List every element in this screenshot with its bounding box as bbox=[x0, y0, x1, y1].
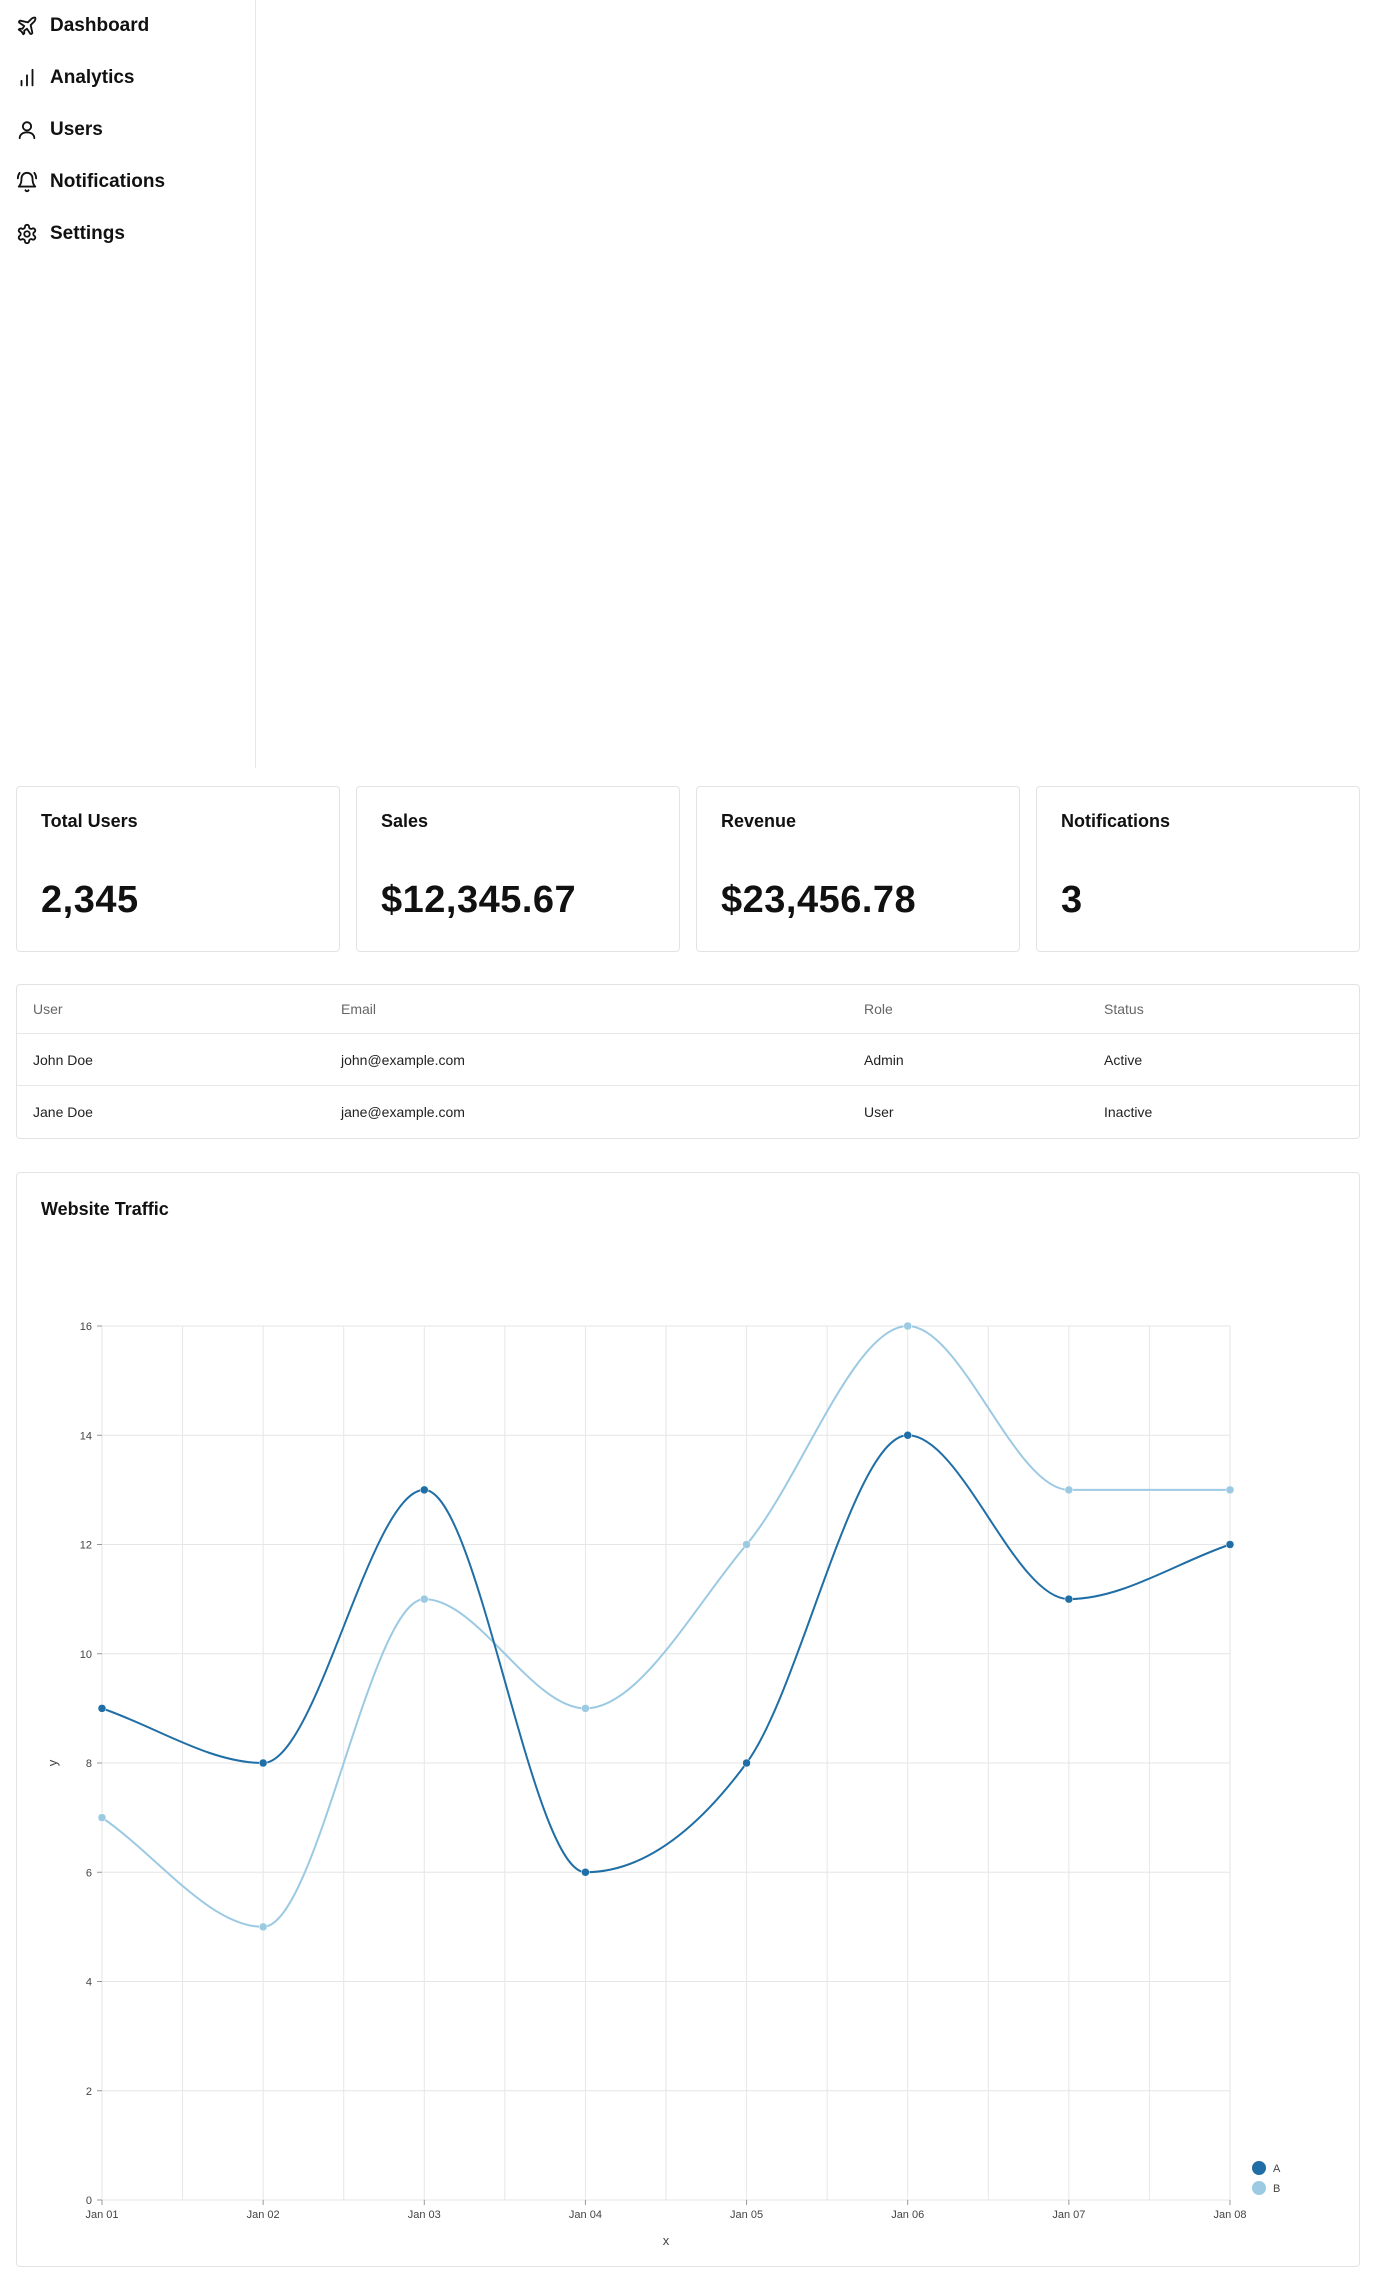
users-table: User Email Role Status John Doe john@exa… bbox=[16, 984, 1360, 1139]
chart-title: Website Traffic bbox=[41, 1199, 169, 1219]
column-header-user[interactable]: User bbox=[17, 1001, 325, 1017]
y-tick-label: 4 bbox=[86, 1977, 92, 1989]
y-tick-label: 0 bbox=[86, 2195, 92, 2207]
x-tick-label: Jan 05 bbox=[730, 2209, 763, 2221]
website-traffic-chart-card: 0 2 4 6 8 10 12 14 16 Jan 01 Jan 02 Jan 03 Jan 04 Jan… bbox=[16, 1172, 1360, 2267]
sidebar-item-label: Users bbox=[50, 119, 103, 140]
legend-label-b: B bbox=[1273, 2183, 1280, 2195]
data-point-a bbox=[1225, 1540, 1235, 1549]
user-icon bbox=[18, 121, 36, 140]
stat-card-total-users: Total Users 2,345 bbox=[16, 786, 340, 952]
stat-card-title: Notifications bbox=[1061, 811, 1171, 831]
x-tick-label: Jan 03 bbox=[408, 2209, 441, 2221]
data-point-b bbox=[1064, 1485, 1074, 1495]
stat-card-value: 2,345 bbox=[41, 879, 139, 921]
sidebar-item-analytics[interactable]: Analytics bbox=[0, 52, 255, 104]
stat-card-title: Sales bbox=[381, 811, 429, 831]
y-tick-label: 2 bbox=[86, 2086, 92, 2098]
sidebar-item-settings[interactable]: Settings bbox=[0, 208, 255, 260]
website-traffic-chart: 0 2 4 6 8 10 12 14 16 Jan 01 Jan 02 Jan 03 Jan 04 Jan… bbox=[45, 1321, 1281, 2248]
cell-role: Admin bbox=[864, 1051, 904, 1068]
stat-card-sales: Sales $12,345.67 bbox=[356, 786, 680, 952]
sidebar-item-label: Dashboard bbox=[50, 15, 150, 36]
rocket-icon bbox=[17, 16, 37, 36]
y-tick-label: 10 bbox=[80, 1649, 92, 1661]
legend-label-a: A bbox=[1273, 2163, 1281, 2175]
x-tick-label: Jan 08 bbox=[1213, 2209, 1246, 2221]
data-point-a bbox=[742, 1758, 751, 1768]
stat-card-value: 3 bbox=[1061, 879, 1083, 921]
x-axis-title: x bbox=[663, 2233, 670, 2248]
column-header-email[interactable]: Email bbox=[325, 1001, 848, 1017]
x-tick-label: Jan 02 bbox=[247, 2209, 280, 2221]
x-tick-label: Jan 06 bbox=[891, 2209, 924, 2221]
data-point-a bbox=[903, 1431, 912, 1440]
cell-status: Active bbox=[1104, 1051, 1143, 1068]
stat-card-revenue: Revenue $23,456.78 bbox=[696, 786, 1020, 952]
bar-chart-icon bbox=[20, 68, 34, 87]
data-point-a bbox=[581, 1868, 590, 1877]
sidebar-item-dashboard[interactable]: Dashboard bbox=[0, 0, 255, 52]
sidebar-item-users[interactable]: Users bbox=[0, 104, 255, 156]
y-tick-label: 14 bbox=[80, 1430, 92, 1442]
cell-role: User bbox=[864, 1104, 894, 1120]
cell-user: Jane Doe bbox=[33, 1104, 93, 1120]
data-point-b bbox=[742, 1540, 751, 1549]
data-point-a bbox=[97, 1704, 107, 1713]
sidebar-item-label: Analytics bbox=[50, 67, 135, 88]
data-point-b bbox=[258, 1922, 268, 1932]
legend-swatch-a bbox=[1252, 2161, 1266, 2175]
data-point-b bbox=[581, 1704, 590, 1713]
data-point-b bbox=[97, 1813, 107, 1822]
sidebar-item-label: Notifications bbox=[50, 171, 166, 192]
data-point-a bbox=[420, 1485, 429, 1495]
sidebar-item-label: Settings bbox=[50, 223, 125, 244]
x-tick-label: Jan 01 bbox=[85, 2209, 118, 2221]
cell-user: John Doe bbox=[33, 1051, 93, 1068]
sidebar: Dashboard Analytics Users Notifications … bbox=[0, 0, 256, 768]
column-header-status[interactable]: Status bbox=[1088, 1001, 1358, 1017]
stat-card-notifications: Notifications 3 bbox=[1036, 786, 1360, 952]
cell-status: Inactive bbox=[1104, 1104, 1153, 1120]
stat-card-value: $12,345.67 bbox=[381, 879, 577, 921]
x-tick-label: Jan 07 bbox=[1052, 2209, 1085, 2221]
bell-icon bbox=[16, 171, 38, 193]
data-point-a bbox=[1064, 1594, 1074, 1604]
y-tick-label: 8 bbox=[86, 1758, 92, 1770]
y-axis-title: y bbox=[45, 1759, 60, 1766]
gear-icon bbox=[17, 223, 37, 245]
table-row[interactable]: John Doe john@example.com Admin Active bbox=[17, 1034, 1359, 1086]
table-row[interactable]: Jane Doe jane@example.com User Inactive bbox=[17, 1086, 1359, 1138]
column-header-role[interactable]: Role bbox=[848, 1001, 1088, 1017]
stats-cards: Total Users 2,345 Sales $12,345.67 Reven… bbox=[16, 786, 1360, 952]
y-tick-label: 6 bbox=[86, 1867, 92, 1879]
sidebar-item-notifications[interactable]: Notifications bbox=[0, 156, 255, 208]
data-point-b bbox=[903, 1321, 912, 1331]
y-tick-label: 12 bbox=[80, 1540, 92, 1552]
data-point-a bbox=[258, 1758, 268, 1768]
stat-card-title: Revenue bbox=[721, 811, 797, 831]
y-tick-label: 16 bbox=[80, 1321, 92, 1333]
table-header-row: User Email Role Status bbox=[17, 985, 1359, 1034]
stat-card-value: $23,456.78 bbox=[721, 879, 917, 921]
cell-email: jane@example.com bbox=[341, 1104, 465, 1120]
data-point-b bbox=[1225, 1485, 1235, 1495]
data-point-b bbox=[420, 1594, 429, 1604]
stat-card-title: Total Users bbox=[41, 811, 138, 831]
legend-swatch-b bbox=[1252, 2181, 1266, 2195]
cell-email: john@example.com bbox=[341, 1051, 465, 1068]
x-tick-label: Jan 04 bbox=[569, 2209, 602, 2221]
